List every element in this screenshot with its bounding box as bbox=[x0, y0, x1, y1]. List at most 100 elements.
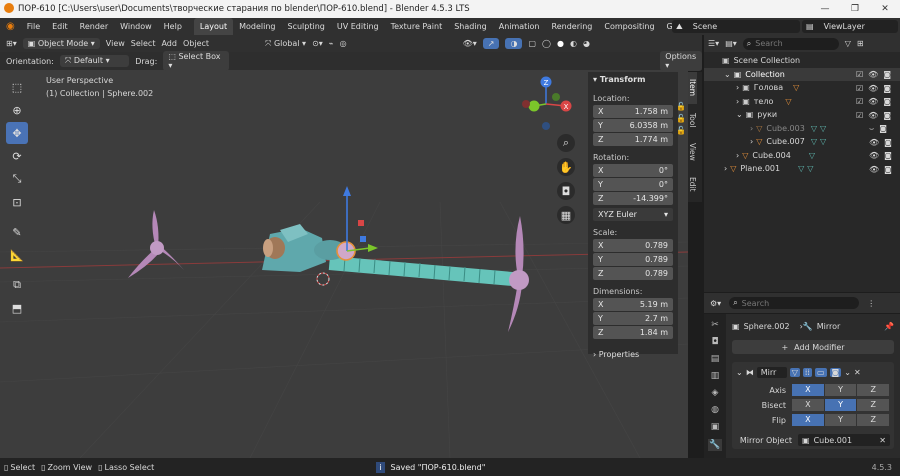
axis-y-toggle[interactable]: Y bbox=[824, 384, 857, 396]
menu-object[interactable]: Object bbox=[183, 39, 209, 48]
object-tab-icon[interactable]: ▣ bbox=[711, 422, 720, 432]
transform-section-header[interactable]: ▾ Transform bbox=[588, 72, 678, 87]
modifier-name-field[interactable]: Mirr bbox=[756, 366, 787, 378]
render-icon[interactable]: ◙ bbox=[829, 367, 842, 377]
render-camera-icon[interactable]: ◙ bbox=[883, 111, 891, 120]
dimensions-y-field[interactable]: Y 2.7 m bbox=[593, 312, 673, 325]
tab-rendering[interactable]: Rendering bbox=[546, 18, 599, 35]
location-x-field[interactable]: X 1.758 m bbox=[593, 105, 673, 118]
pivot-icon[interactable]: ⊙▾ bbox=[312, 39, 323, 48]
mode-selector[interactable]: ▣ Object Mode ▾ bbox=[22, 38, 100, 49]
xray-icon[interactable]: ▢ bbox=[528, 39, 536, 48]
gizmo-toggle-icon[interactable]: ↗ bbox=[482, 38, 500, 49]
bisect-x-toggle[interactable]: X bbox=[792, 399, 824, 411]
minimize-icon[interactable]: — bbox=[810, 0, 840, 18]
move-icon[interactable]: ✥ bbox=[6, 122, 28, 144]
scene-collection-row[interactable]: ▣ Scene Collection bbox=[704, 54, 900, 68]
eye-icon[interactable]: 👁 bbox=[869, 151, 879, 160]
proportional-edit-icon[interactable]: ◎ bbox=[340, 39, 347, 48]
eye-closed-icon[interactable]: ⌣ bbox=[869, 124, 874, 134]
select-box-icon[interactable]: ⬚ bbox=[6, 76, 28, 98]
dimensions-x-field[interactable]: X 5.19 m bbox=[593, 298, 673, 311]
navigation-gizmo[interactable]: Z X bbox=[516, 72, 578, 134]
view-layer-tab-icon[interactable]: ▥ bbox=[711, 371, 720, 381]
tab-shading[interactable]: Shading bbox=[448, 18, 493, 35]
viewlayer-selector[interactable]: ▤ ViewLayer bbox=[802, 20, 898, 33]
menu-add[interactable]: Add bbox=[161, 39, 177, 48]
zoom-icon[interactable]: ⌕ bbox=[557, 134, 575, 152]
modifier-tab-icon[interactable]: 🔧 bbox=[708, 439, 722, 451]
rotation-mode-selector[interactable]: XYZ Euler ▾ bbox=[593, 208, 673, 221]
tab-sculpting[interactable]: Sculpting bbox=[282, 18, 331, 35]
rotation-z-field[interactable]: Z -14.399° bbox=[593, 192, 673, 205]
checkbox-icon[interactable]: ☑ bbox=[856, 97, 863, 106]
pin-icon[interactable]: 📌 bbox=[884, 322, 894, 331]
properties-section-header[interactable]: › Properties bbox=[588, 340, 678, 359]
eye-icon[interactable]: 👁 bbox=[868, 111, 878, 120]
tool-tab-icon[interactable]: ✂ bbox=[711, 320, 719, 330]
eye-icon[interactable]: 👁 bbox=[869, 165, 879, 174]
world-tab-icon[interactable]: ◍ bbox=[711, 405, 719, 415]
options-button[interactable]: Options ▾ bbox=[660, 51, 703, 71]
visibility-icon[interactable]: 👁▾ bbox=[463, 39, 477, 48]
render-camera-icon[interactable]: ◙ bbox=[883, 84, 891, 93]
properties-search[interactable]: ⌕ Search bbox=[729, 297, 860, 309]
eye-icon[interactable]: 👁 bbox=[868, 70, 878, 79]
checkbox-icon[interactable]: ☑ bbox=[856, 70, 863, 79]
overlay-toggle-icon[interactable]: ◑ bbox=[505, 38, 523, 49]
outliner-search[interactable]: ⌕ Search bbox=[742, 37, 839, 50]
ortho-grid-icon[interactable]: ▦ bbox=[557, 206, 575, 224]
3d-viewport[interactable]: User Perspective (1) Collection | Sphere… bbox=[0, 52, 688, 458]
properties-editor-icon[interactable]: ⚙▾ bbox=[710, 299, 721, 308]
menu-help[interactable]: Help bbox=[158, 22, 188, 31]
chevron-down-icon[interactable]: ⌄ bbox=[736, 368, 743, 377]
checkbox-icon[interactable]: ☑ bbox=[856, 84, 863, 93]
tab-view[interactable]: View bbox=[688, 136, 697, 168]
tab-animation[interactable]: Animation bbox=[493, 18, 546, 35]
location-y-field[interactable]: Y 6.0358 m bbox=[593, 119, 673, 132]
shading-solid-icon[interactable]: ● bbox=[557, 39, 564, 48]
close-icon[interactable]: ✕ bbox=[870, 0, 900, 18]
chevron-down-icon[interactable]: ⌄ bbox=[844, 368, 851, 377]
menu-render[interactable]: Render bbox=[74, 22, 114, 31]
tab-modeling[interactable]: Modeling bbox=[233, 18, 281, 35]
cursor-icon[interactable]: ⊕ bbox=[6, 99, 28, 121]
blender-menu-icon[interactable]: ◉ bbox=[0, 21, 21, 32]
render-camera-icon[interactable]: ◙ bbox=[884, 138, 892, 147]
render-camera-icon[interactable]: ◙ bbox=[879, 124, 887, 133]
scene-selector[interactable]: ⛰ Scene bbox=[672, 20, 800, 33]
render-tab-icon[interactable]: ◘ bbox=[711, 337, 718, 347]
tab-texture-paint[interactable]: Texture Paint bbox=[385, 18, 449, 35]
axis-x-toggle[interactable]: X bbox=[792, 384, 824, 396]
dimensions-z-field[interactable]: Z 1.84 m bbox=[593, 326, 673, 339]
scale-icon[interactable]: ⤡ bbox=[6, 168, 28, 190]
scale-y-field[interactable]: Y 0.789 bbox=[593, 253, 673, 266]
close-icon[interactable]: ✕ bbox=[854, 368, 861, 377]
checkbox-icon[interactable]: ☑ bbox=[856, 111, 863, 120]
scale-x-field[interactable]: X 0.789 bbox=[593, 239, 673, 252]
annotate-icon[interactable]: ✎ bbox=[6, 221, 28, 243]
menu-select[interactable]: Select bbox=[131, 39, 156, 48]
snap-icon[interactable]: ⌁ bbox=[329, 39, 334, 48]
lock-icon[interactable]: 🔓 bbox=[676, 126, 686, 135]
outliner-filter-icon[interactable]: ▤▾ bbox=[725, 39, 737, 48]
tab-edit[interactable]: Edit bbox=[688, 168, 697, 200]
shading-wire-icon[interactable]: ◯ bbox=[542, 39, 551, 48]
tab-tool[interactable]: Tool bbox=[688, 104, 697, 136]
clear-icon[interactable]: ✕ bbox=[879, 436, 886, 445]
mirror-object-field[interactable]: ▣ Cube.001 ✕ bbox=[798, 434, 890, 446]
outliner-editor-icon[interactable]: ☰▾ bbox=[708, 39, 719, 48]
render-camera-icon[interactable]: ◙ bbox=[884, 165, 892, 174]
orientation-selector[interactable]: ⤧ Default ▾ bbox=[59, 55, 130, 67]
eye-icon[interactable]: 👁 bbox=[868, 97, 878, 106]
maximize-icon[interactable]: ❐ bbox=[840, 0, 870, 18]
tab-layout[interactable]: Layout bbox=[193, 18, 234, 35]
rotation-y-field[interactable]: Y 0° bbox=[593, 178, 673, 191]
tab-compositing[interactable]: Compositing bbox=[598, 18, 660, 35]
properties-options-icon[interactable]: ⋮ bbox=[867, 299, 875, 308]
scale-z-field[interactable]: Z 0.789 bbox=[593, 267, 673, 280]
flip-z-toggle[interactable]: Z bbox=[857, 414, 890, 426]
render-camera-icon[interactable]: ◙ bbox=[883, 70, 891, 79]
shading-material-icon[interactable]: ◐ bbox=[570, 39, 577, 48]
menu-view[interactable]: View bbox=[106, 39, 125, 48]
